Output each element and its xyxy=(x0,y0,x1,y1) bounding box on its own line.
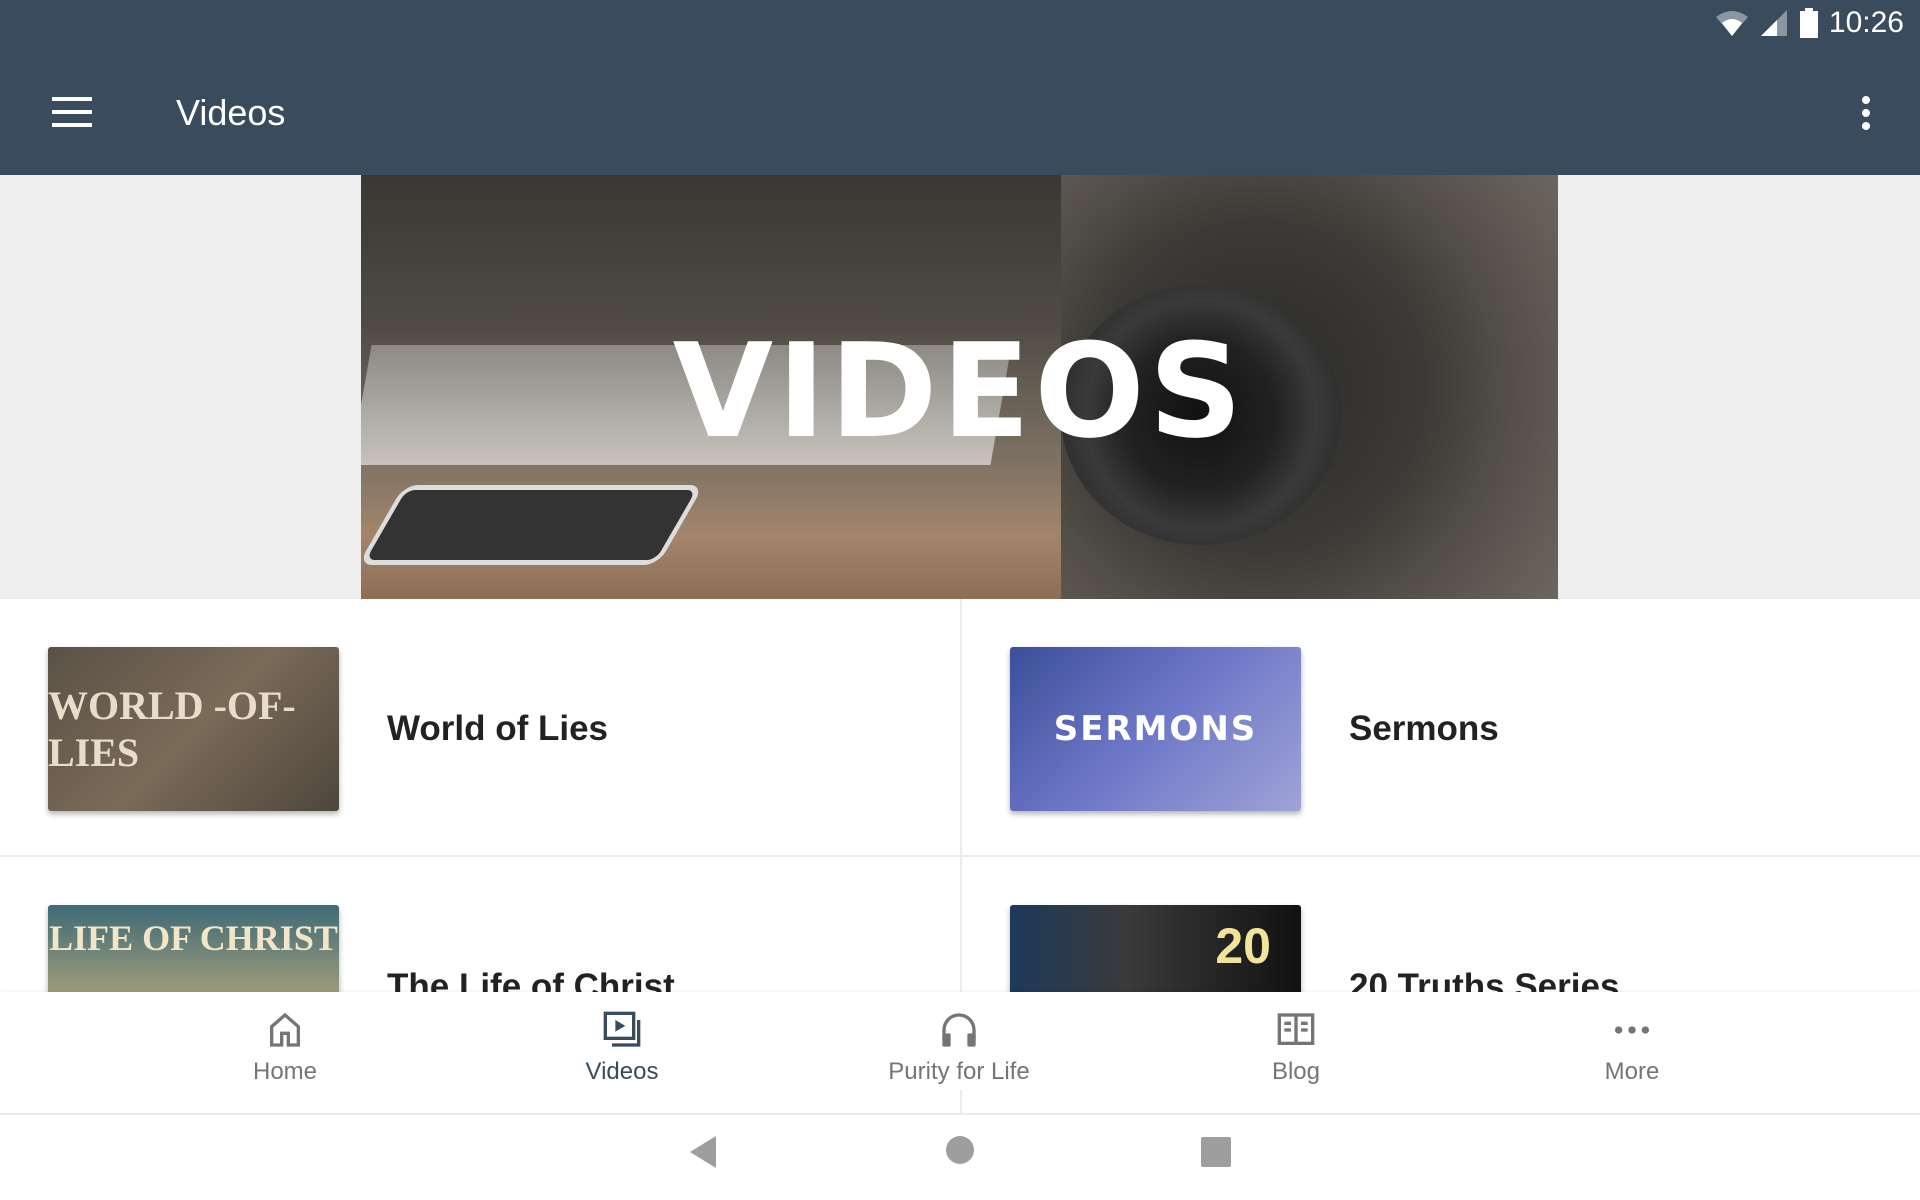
nav-label: More xyxy=(1604,1058,1660,1085)
nav-more[interactable]: More xyxy=(1482,992,1782,1090)
app-bar: 10:26 Videos xyxy=(0,0,1920,175)
more-vert-icon[interactable] xyxy=(1860,96,1872,135)
thumbnail: WORLD -OF- LIES xyxy=(48,647,339,811)
list-item-sermons[interactable]: SERMONS Sermons xyxy=(960,599,1920,857)
bottom-navigation: Home Videos Purity for Life Blog More xyxy=(0,992,1920,1090)
book-icon xyxy=(1277,1013,1315,1045)
nav-label: Home xyxy=(252,1058,318,1085)
item-title: World of Lies xyxy=(387,709,609,748)
system-navigation-bar xyxy=(0,1100,1920,1200)
hamburger-icon[interactable] xyxy=(52,97,92,127)
clock: 10:26 xyxy=(1828,6,1904,39)
nav-videos[interactable]: Videos xyxy=(472,992,772,1090)
banner-text: VIDEOS xyxy=(672,315,1247,467)
thumbnail: SERMONS xyxy=(1010,647,1301,811)
home-circle-icon[interactable] xyxy=(945,1135,975,1165)
banner-image: VIDEOS xyxy=(361,175,1558,599)
nav-label: Videos xyxy=(585,1058,659,1085)
item-title: Sermons xyxy=(1349,709,1499,748)
battery-icon xyxy=(1799,8,1818,38)
nav-blog[interactable]: Blog xyxy=(1146,992,1446,1090)
recents-icon[interactable] xyxy=(1201,1137,1231,1167)
list-item-world-of-lies[interactable]: WORLD -OF- LIES World of Lies xyxy=(0,599,960,857)
back-icon[interactable] xyxy=(688,1135,718,1169)
home-icon xyxy=(270,1012,300,1047)
wifi-icon xyxy=(1715,11,1748,36)
headphones-icon xyxy=(942,1013,976,1047)
video-library-icon xyxy=(603,1011,641,1047)
more-horiz-icon xyxy=(1615,1026,1649,1034)
banner-area: VIDEOS xyxy=(0,175,1920,599)
nav-label: Purity for Life xyxy=(888,1058,1030,1085)
nav-purity-for-life[interactable]: Purity for Life xyxy=(809,992,1109,1090)
nav-label: Blog xyxy=(1271,1058,1321,1085)
page-title: Videos xyxy=(176,92,286,133)
nav-home[interactable]: Home xyxy=(135,992,435,1090)
cell-signal-icon xyxy=(1760,10,1787,36)
status-bar: 10:26 xyxy=(1715,6,1904,40)
